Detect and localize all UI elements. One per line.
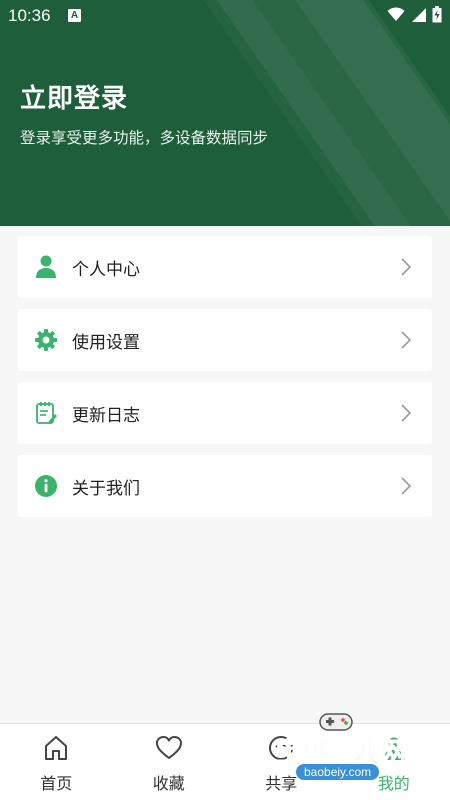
watermark: 宝贝游戏网 baobeiy.com xyxy=(275,708,426,788)
chevron-right-icon xyxy=(401,258,412,276)
menu-item-label: 更新日志 xyxy=(72,405,140,426)
nav-label: 首页 xyxy=(40,774,73,793)
gear-icon xyxy=(34,328,58,352)
login-subtitle: 登录享受更多功能，多设备数据同步 xyxy=(20,129,269,147)
menu-item-about-us[interactable]: 关于我们 xyxy=(18,455,432,517)
menu-item-label: 关于我们 xyxy=(72,478,140,499)
chevron-right-icon xyxy=(401,404,412,422)
nav-item-favorites[interactable]: 收藏 xyxy=(113,724,226,800)
heart-icon xyxy=(155,736,182,759)
person-icon xyxy=(34,255,58,279)
status-time: 10:36 xyxy=(8,6,51,25)
menu-item-label: 使用设置 xyxy=(72,332,140,353)
chevron-right-icon xyxy=(401,477,412,495)
settings-menu: 个人中心 使用设置 更新日志 关于我们 xyxy=(18,236,432,528)
status-bar: 10:36 A xyxy=(0,0,450,32)
gamepad-icon xyxy=(319,713,353,731)
notification-icon: A xyxy=(68,9,81,22)
wifi-icon xyxy=(387,7,405,21)
nav-item-home[interactable]: 首页 xyxy=(0,724,113,800)
info-icon xyxy=(34,474,58,498)
menu-item-label: 个人中心 xyxy=(72,259,140,280)
login-title[interactable]: 立即登录 xyxy=(20,78,128,115)
watermark-url: baobeiy.com xyxy=(296,764,380,780)
chevron-right-icon xyxy=(401,331,412,349)
home-icon xyxy=(45,736,68,760)
menu-item-profile-center[interactable]: 个人中心 xyxy=(18,236,432,298)
menu-item-changelog[interactable]: 更新日志 xyxy=(18,382,432,444)
signal-icon xyxy=(412,8,426,22)
menu-item-settings[interactable]: 使用设置 xyxy=(18,309,432,371)
log-icon xyxy=(34,401,58,425)
battery-icon xyxy=(432,6,442,23)
nav-label: 收藏 xyxy=(152,774,185,793)
system-icons xyxy=(387,6,442,23)
login-header[interactable]: 10:36 A 立即登录 登录享受更多功能，多设备数据同步 xyxy=(0,0,450,226)
